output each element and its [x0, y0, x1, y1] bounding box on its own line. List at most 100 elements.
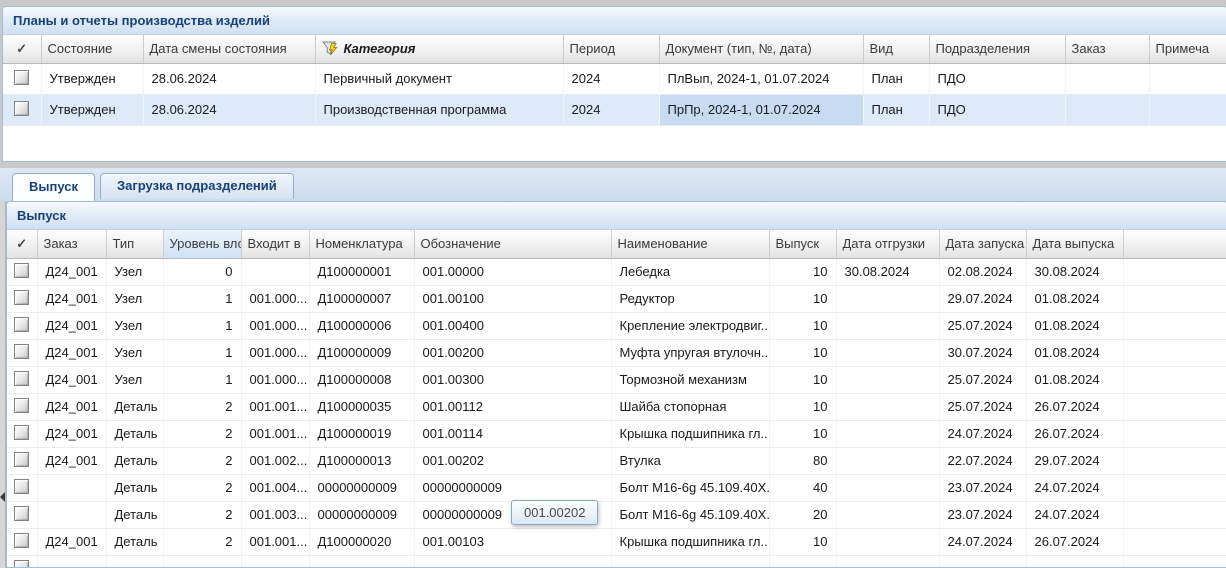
output-row[interactable]: Д24_001 Узел 1 001.000... Д100000007 001…: [7, 285, 1226, 312]
tab[interactable]: Загрузка подразделений: [100, 173, 294, 199]
cell-parent[interactable]: 001.000...: [241, 312, 309, 339]
cell-start-date[interactable]: 29.07.2024: [939, 285, 1026, 312]
output-row[interactable]: Деталь 2 001.003... 00000000009 00000000…: [7, 501, 1226, 528]
output-col-level[interactable]: Уровень вло: [163, 230, 241, 258]
cell-qty[interactable]: 10: [769, 285, 836, 312]
cell-finish-date[interactable]: 26.07.2024: [1026, 528, 1123, 555]
cell-start-date[interactable]: 25.07.2024: [939, 393, 1026, 420]
cell-level[interactable]: [163, 555, 241, 568]
cell-type[interactable]: Деталь: [106, 393, 163, 420]
checkbox[interactable]: [14, 263, 29, 278]
cell-type[interactable]: Деталь: [106, 474, 163, 501]
checkbox[interactable]: [14, 425, 29, 440]
cell-ship-date[interactable]: [836, 366, 939, 393]
cell-ship-date[interactable]: [836, 393, 939, 420]
cell-type[interactable]: Узел: [106, 285, 163, 312]
cell-ship-date[interactable]: [836, 447, 939, 474]
row-checkbox-cell[interactable]: [3, 63, 41, 94]
cell-qty[interactable]: 40: [769, 474, 836, 501]
cell-ship-date[interactable]: [836, 474, 939, 501]
plans-col-note[interactable]: Примеча: [1149, 35, 1226, 63]
cell-level[interactable]: 2: [163, 447, 241, 474]
cell-finish-date[interactable]: 30.08.2024: [1026, 258, 1123, 285]
row-checkbox-cell[interactable]: [7, 447, 37, 474]
row-checkbox-cell[interactable]: [3, 94, 41, 125]
collapse-left-icon[interactable]: [0, 492, 5, 502]
cell-ship-date[interactable]: [836, 555, 939, 568]
cell-designation[interactable]: 001.00200: [414, 339, 611, 366]
cell-level[interactable]: 1: [163, 339, 241, 366]
cell-start-date[interactable]: 24.07.2024: [939, 420, 1026, 447]
plans-col-category[interactable]: Категория: [315, 35, 563, 63]
cell-type[interactable]: Узел: [106, 366, 163, 393]
cell-finish-date[interactable]: 24.07.2024: [1026, 474, 1123, 501]
cell-nomenclature[interactable]: Д100000009: [309, 339, 414, 366]
row-checkbox-cell[interactable]: [7, 393, 37, 420]
plans-col-kind[interactable]: Вид: [863, 35, 929, 63]
cell-nomenclature[interactable]: Д100000001: [309, 258, 414, 285]
output-row[interactable]: Д24_001 Деталь 2 001.001... Д100000035 0…: [7, 393, 1226, 420]
cell-designation[interactable]: 001.00202: [414, 447, 611, 474]
cell-qty[interactable]: 80: [769, 447, 836, 474]
cell-level[interactable]: 0: [163, 258, 241, 285]
cell-parent[interactable]: 001.002...: [241, 447, 309, 474]
output-row[interactable]: Д24_001 Узел 1 001.000... Д100000006 001…: [7, 312, 1226, 339]
cell-type[interactable]: Узел: [106, 312, 163, 339]
output-col-start-date[interactable]: Дата запуска: [939, 230, 1026, 258]
cell-ship-date[interactable]: [836, 285, 939, 312]
checkbox[interactable]: [14, 398, 29, 413]
cell-finish-date[interactable]: 01.08.2024: [1026, 339, 1123, 366]
plans-col-departments[interactable]: Подразделения: [929, 35, 1065, 63]
cell-nomenclature[interactable]: Д100000006: [309, 312, 414, 339]
cell-level[interactable]: 2: [163, 528, 241, 555]
cell-name[interactable]: [611, 555, 769, 568]
output-row[interactable]: Д24_001 Узел 0 Д100000001 001.00000 Лебе…: [7, 258, 1226, 285]
cell-name[interactable]: Редуктор: [611, 285, 769, 312]
cell-order[interactable]: Д24_001: [37, 285, 106, 312]
row-checkbox-cell[interactable]: [7, 420, 37, 447]
plans-check-column-header[interactable]: ✓: [3, 35, 41, 63]
cell-name[interactable]: Болт М16-6g 45.109.40Х...: [611, 501, 769, 528]
cell-ship-date[interactable]: [836, 339, 939, 366]
cell-qty[interactable]: 20: [769, 501, 836, 528]
plans-col-document[interactable]: Документ (тип, №, дата): [659, 35, 863, 63]
cell-finish-date[interactable]: 01.08.2024: [1026, 366, 1123, 393]
cell-category[interactable]: Производственная программа: [315, 94, 563, 125]
cell-state[interactable]: Утвержден: [41, 63, 143, 94]
cell-qty[interactable]: 10: [769, 258, 836, 285]
cell-finish-date[interactable]: 01.08.2024: [1026, 312, 1123, 339]
cell-period[interactable]: 2024: [563, 94, 659, 125]
row-checkbox-cell[interactable]: [7, 258, 37, 285]
checkbox[interactable]: [14, 290, 29, 305]
cell-type[interactable]: [106, 555, 163, 568]
cell-designation[interactable]: 001.00112: [414, 393, 611, 420]
cell-departments[interactable]: ПДО: [929, 63, 1065, 94]
cell-qty[interactable]: 10: [769, 393, 836, 420]
output-col-nomenclature[interactable]: Номенклатура: [309, 230, 414, 258]
cell-ship-date[interactable]: [836, 528, 939, 555]
row-checkbox-cell[interactable]: [7, 555, 37, 568]
row-checkbox-cell[interactable]: [7, 528, 37, 555]
row-checkbox-cell[interactable]: [7, 501, 37, 528]
cell-category[interactable]: Первичный документ: [315, 63, 563, 94]
output-col-designation[interactable]: Обозначение: [414, 230, 611, 258]
cell-finish-date[interactable]: 24.07.2024: [1026, 501, 1123, 528]
cell-type[interactable]: Узел: [106, 258, 163, 285]
cell-name[interactable]: Муфта упругая втулочн...: [611, 339, 769, 366]
cell-order[interactable]: [37, 501, 106, 528]
cell-kind[interactable]: План: [863, 63, 929, 94]
cell-designation[interactable]: 001.00400: [414, 312, 611, 339]
cell-designation[interactable]: 00000000009: [414, 474, 611, 501]
cell-parent[interactable]: 001.000...: [241, 366, 309, 393]
cell-type[interactable]: Деталь: [106, 528, 163, 555]
plans-row[interactable]: Утвержден 28.06.2024 Производственная пр…: [3, 94, 1226, 125]
cell-start-date[interactable]: 02.08.2024: [939, 258, 1026, 285]
cell-departments[interactable]: ПДО: [929, 94, 1065, 125]
checkbox[interactable]: [14, 344, 29, 359]
cell-finish-date[interactable]: 26.07.2024: [1026, 393, 1123, 420]
cell-designation[interactable]: [414, 555, 611, 568]
cell-nomenclature[interactable]: Д100000019: [309, 420, 414, 447]
cell-nomenclature[interactable]: 00000000009: [309, 474, 414, 501]
cell-parent[interactable]: 001.000...: [241, 339, 309, 366]
output-col-name[interactable]: Наименование: [611, 230, 769, 258]
